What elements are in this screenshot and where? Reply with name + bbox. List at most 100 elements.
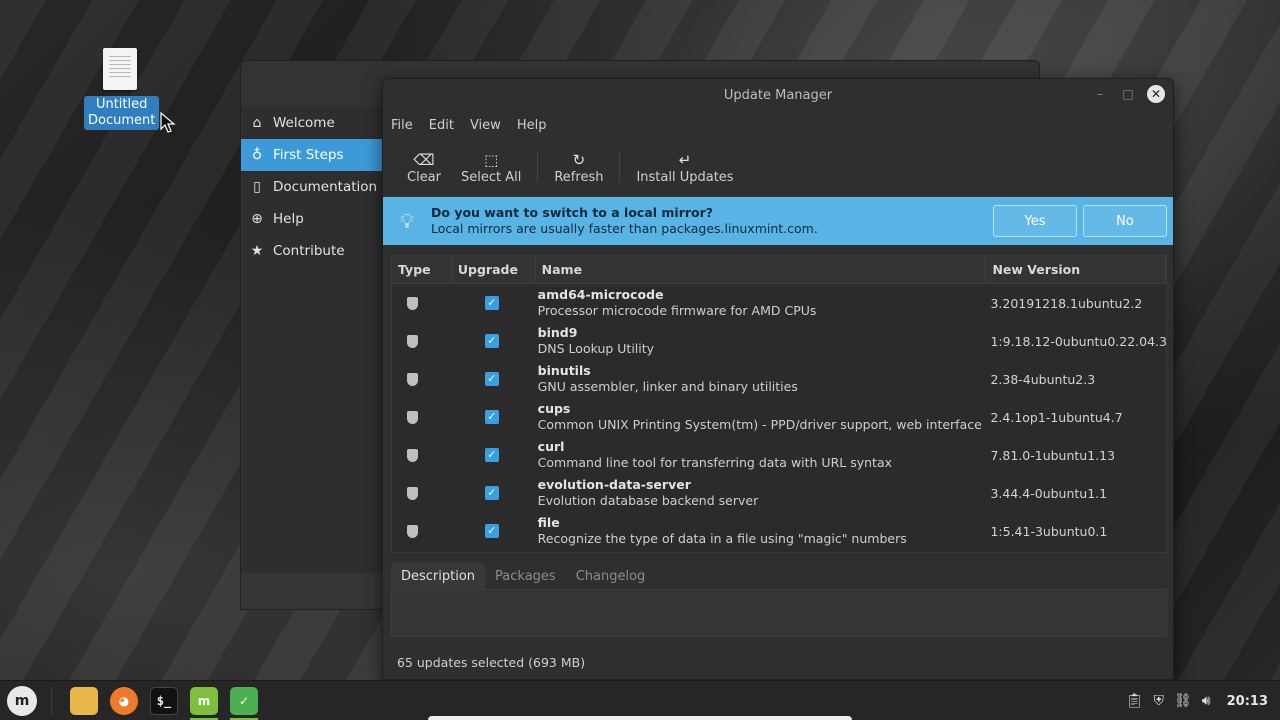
security-shield-icon	[407, 410, 419, 424]
taskbar-separator	[51, 686, 52, 715]
select-all-icon: ⬚	[484, 150, 499, 169]
column-header-new-version[interactable]: New Version	[986, 256, 1166, 283]
firefox-icon: ◕	[110, 686, 138, 715]
table-row[interactable]: ✓ curl Command line tool for transferring…	[392, 436, 1166, 474]
window-title: Update Manager	[723, 87, 833, 103]
menu-edit[interactable]: Edit	[429, 118, 454, 133]
update-shield-icon[interactable]: ⛨	[1154, 693, 1165, 709]
sidebar-item-label: First Steps	[273, 147, 344, 163]
upgrade-checkbox[interactable]: ✓	[484, 486, 499, 500]
package-description: GNU assembler, linker and binary utiliti…	[537, 379, 798, 394]
toolbar-separator	[619, 152, 621, 182]
terminal-icon: $_	[150, 686, 178, 715]
table-row[interactable]: ✓ amd64-microcode Processor microcode fir…	[392, 284, 1166, 322]
table-row[interactable]: ✓ bind9 DNS Lookup Utility 1:9.18.12-0ubu…	[392, 322, 1166, 360]
security-shield-icon	[407, 334, 419, 348]
sidebar-item-documentation[interactable]: ▯ Documentation	[241, 171, 382, 203]
upgrade-checkbox[interactable]: ✓	[484, 296, 499, 310]
sidebar-item-label: Welcome	[273, 115, 335, 131]
package-name: file	[537, 515, 560, 530]
book-icon: ▯	[253, 179, 261, 195]
tab-description[interactable]: Description	[391, 563, 486, 589]
toolbar-separator	[537, 152, 539, 182]
tab-changelog[interactable]: Changelog	[566, 563, 656, 589]
security-shield-icon	[407, 486, 419, 500]
window-titlebar[interactable]: Update Manager – □ ✕	[383, 79, 1173, 111]
package-version: 1:5.41-3ubuntu0.1	[990, 523, 1108, 539]
security-shield-icon	[407, 448, 419, 462]
description-panel	[391, 589, 1167, 637]
package-version: 3.44.4-0ubuntu1.1	[990, 485, 1108, 501]
table-row[interactable]: ✓ binutils GNU assembler, linker and bina…	[392, 360, 1166, 398]
details-tabs: Description Packages Changelog	[391, 563, 655, 589]
sidebar-item-help[interactable]: ⊕ Help	[241, 203, 382, 235]
refresh-icon: ↻	[572, 150, 586, 169]
terminal-launcher[interactable]: $_	[144, 681, 184, 720]
security-shield-icon	[407, 296, 419, 310]
package-name: bind9	[537, 325, 578, 340]
column-header-upgrade[interactable]: Upgrade	[452, 256, 536, 283]
menubar: File Edit View Help	[383, 111, 1173, 139]
welcome-app-button[interactable]: m	[184, 681, 224, 720]
menu-file[interactable]: File	[391, 118, 413, 133]
table-row[interactable]: ✓ cups Common UNIX Printing System(tm) - …	[392, 398, 1166, 436]
update-manager-app-button[interactable]: ✓	[224, 681, 264, 720]
volume-icon[interactable]: 🔊︎	[1202, 693, 1211, 709]
sidebar-item-welcome[interactable]: ⌂ Welcome	[241, 107, 382, 139]
column-header-type[interactable]: Type	[392, 256, 452, 283]
sidebar-item-contribute[interactable]: ★ Contribute	[241, 235, 382, 267]
mint-logo-icon: m	[190, 686, 218, 715]
upgrade-checkbox[interactable]: ✓	[484, 334, 499, 348]
menu-help[interactable]: Help	[517, 118, 547, 133]
table-row[interactable]: ✓ file Recognize the type of data in a fi…	[392, 512, 1166, 550]
sidebar-item-label: Help	[273, 211, 304, 227]
close-icon[interactable]: ✕	[1147, 85, 1165, 103]
network-icon[interactable]: ⛓	[1174, 693, 1192, 709]
clipboard-icon[interactable]: 📋︎	[1126, 693, 1144, 709]
maximize-icon[interactable]: □	[1119, 85, 1137, 103]
upgrade-checkbox[interactable]: ✓	[484, 448, 499, 462]
upgrade-checkbox[interactable]: ✓	[484, 372, 499, 386]
sidebar-item-first-steps[interactable]: ♁ First Steps	[241, 139, 382, 171]
security-shield-icon	[407, 372, 419, 386]
tab-packages[interactable]: Packages	[485, 563, 566, 589]
install-updates-button[interactable]: ↵ Install Updates	[626, 142, 743, 192]
package-name: amd64-microcode	[537, 287, 664, 302]
firefox-launcher[interactable]: ◕	[104, 681, 144, 720]
package-name: evolution-data-server	[537, 477, 691, 492]
upgrade-checkbox[interactable]: ✓	[484, 524, 499, 538]
no-button[interactable]: No	[1083, 205, 1167, 237]
yes-button[interactable]: Yes	[993, 205, 1077, 237]
refresh-button[interactable]: ↻ Refresh	[544, 142, 613, 192]
package-name: curl	[537, 439, 565, 454]
upgrade-checkbox[interactable]: ✓	[484, 410, 499, 424]
welcome-footer	[241, 573, 383, 609]
updates-table: Type Upgrade Name New Version ✓ amd64-mi…	[391, 255, 1167, 553]
package-description: Command line tool for transferring data …	[537, 455, 892, 470]
column-header-name[interactable]: Name	[536, 256, 987, 283]
infobar-subtitle: Local mirrors are usually faster than pa…	[431, 221, 818, 236]
system-tray: 📋︎ ⛨ ⛓ 🔊︎ 20:13	[1126, 681, 1268, 720]
minimize-icon[interactable]: –	[1091, 85, 1109, 103]
folder-icon	[70, 686, 98, 715]
desktop-file-untitled-document[interactable]: Untitled Document	[84, 48, 160, 130]
package-description: Processor microcode firmware for AMD CPU…	[537, 303, 817, 318]
bottom-overlay-bar	[428, 716, 852, 720]
table-row[interactable]: ✓ evolution-data-server Evolution databas…	[392, 474, 1166, 512]
clock[interactable]: 20:13	[1227, 694, 1268, 709]
menu-view[interactable]: View	[470, 118, 501, 133]
status-text: 65 updates selected (693 MB)	[397, 655, 586, 670]
package-name: cups	[537, 401, 571, 416]
select-all-button[interactable]: ⬚ Select All	[451, 142, 531, 192]
taskbar: m ◕ $_ m ✓ 📋︎ ⛨ ⛓ 🔊︎ 20:13	[0, 680, 1280, 720]
sidebar-item-label: Documentation	[273, 179, 378, 195]
mouse-cursor-icon	[160, 112, 176, 133]
lifebuoy-icon: ⊕	[251, 211, 263, 227]
table-header: Type Upgrade Name New Version	[392, 256, 1166, 284]
infobar-title: Do you want to switch to a local mirror?	[431, 205, 714, 220]
package-version: 7.81.0-1ubuntu1.13	[990, 447, 1116, 463]
mint-menu-button[interactable]: m	[7, 685, 37, 716]
files-launcher[interactable]	[64, 681, 104, 720]
package-description: DNS Lookup Utility	[537, 341, 655, 356]
clear-button[interactable]: ⌫ Clear	[397, 142, 451, 192]
